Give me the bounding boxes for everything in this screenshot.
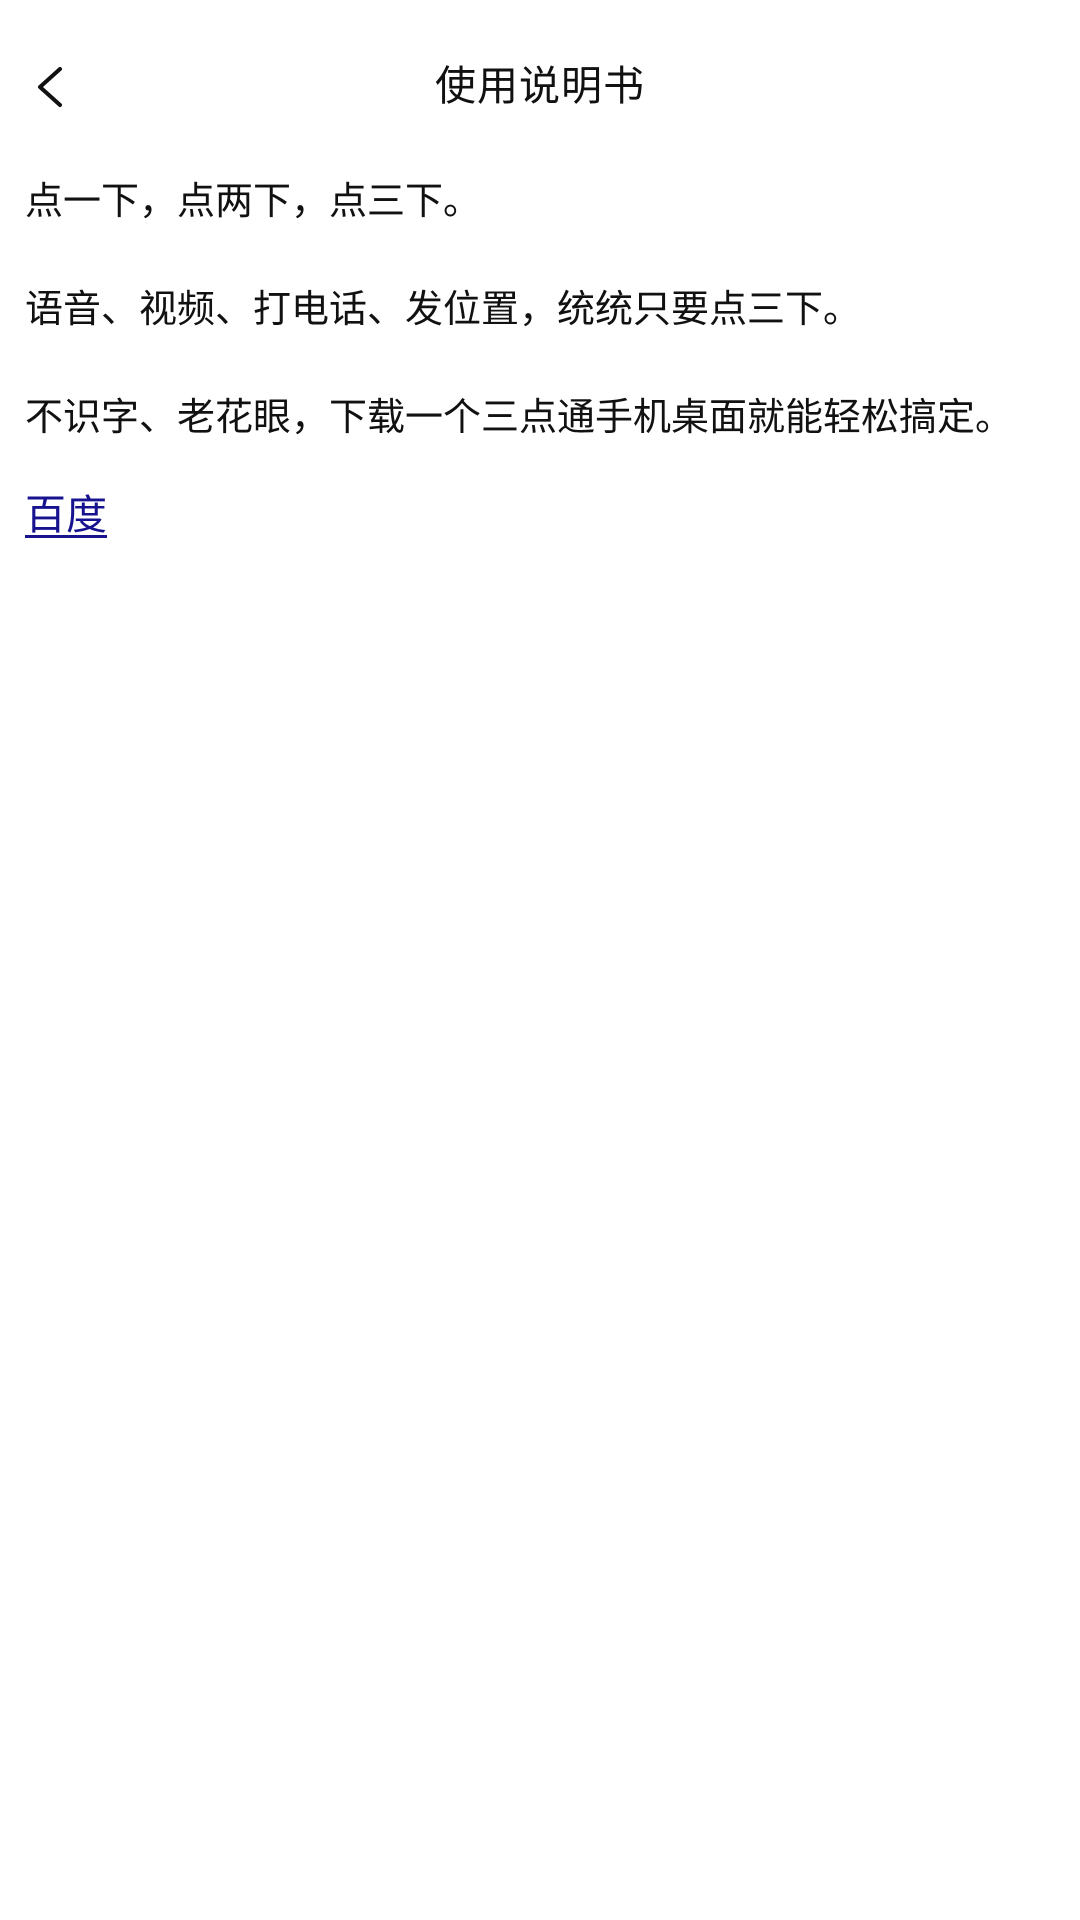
instruction-paragraph-1: 点一下，点两下，点三下。 (25, 179, 482, 223)
app-header: 使用说明书 (0, 0, 1080, 176)
instruction-paragraph-2: 语音、视频、打电话、发位置，统统只要点三下。 (25, 287, 862, 331)
chevron-left-icon (38, 67, 62, 107)
instruction-content: 点一下，点两下，点三下。 语音、视频、打电话、发位置，统统只要点三下。 不识字、… (25, 166, 1060, 550)
back-button[interactable] (10, 42, 90, 132)
page-title: 使用说明书 (435, 62, 645, 110)
instruction-paragraph-3: 不识字、老花眼，下载一个三点通手机桌面就能轻松搞定。 (25, 395, 1014, 439)
baidu-link[interactable]: 百度 (25, 480, 107, 550)
